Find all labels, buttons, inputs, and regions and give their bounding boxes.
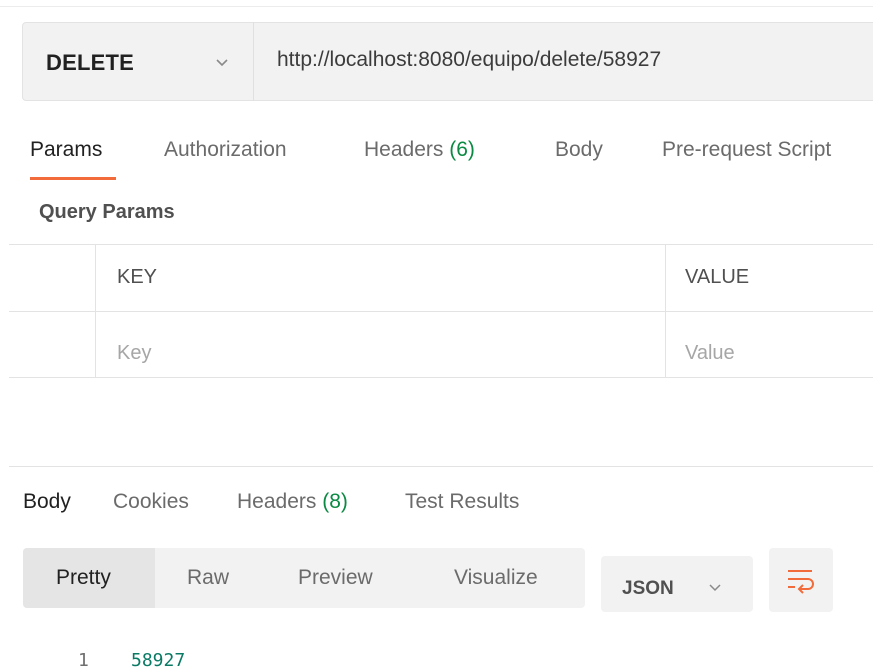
tab-pre-request-script[interactable]: Pre-request Script (662, 138, 873, 162)
tab-headers-label: Headers (364, 138, 444, 161)
response-headers-label: Headers (237, 490, 317, 513)
table-divider (9, 311, 873, 312)
response-tab-body[interactable]: Body (23, 490, 71, 514)
view-visualize-button[interactable]: Visualize (454, 566, 538, 590)
table-divider (9, 244, 873, 245)
tab-headers[interactable]: Headers (6) (364, 138, 475, 162)
view-raw-button[interactable]: Raw (187, 566, 229, 590)
table-divider (9, 377, 873, 378)
format-label: JSON (622, 578, 674, 599)
response-body-line: 58927 (131, 650, 186, 671)
key-input[interactable]: Key (117, 342, 151, 365)
response-headers-count: (8) (322, 490, 348, 513)
headers-count: (6) (449, 138, 475, 161)
response-tab-test-results[interactable]: Test Results (405, 490, 519, 514)
response-tab-cookies[interactable]: Cookies (113, 490, 189, 514)
tab-params[interactable]: Params (30, 138, 102, 162)
chevron-down-icon[interactable] (215, 58, 229, 68)
wrap-lines-icon (788, 570, 814, 594)
response-tab-headers[interactable]: Headers (8) (237, 490, 348, 514)
view-preview-button[interactable]: Preview (298, 566, 373, 590)
tab-authorization[interactable]: Authorization (164, 138, 287, 162)
active-tab-indicator (30, 177, 116, 180)
chevron-down-icon (709, 584, 721, 592)
tab-body[interactable]: Body (555, 138, 603, 162)
column-divider (95, 244, 96, 378)
response-divider (9, 466, 873, 467)
method-label: DELETE (46, 50, 134, 75)
top-divider (0, 6, 873, 7)
value-input[interactable]: Value (685, 342, 735, 365)
url-input[interactable]: http://localhost:8080/equipo/delete/5892… (277, 48, 661, 72)
query-params-title: Query Params (39, 201, 175, 223)
view-pretty-button[interactable]: Pretty (56, 566, 111, 590)
column-header-key: KEY (117, 266, 158, 288)
column-divider (665, 244, 666, 378)
line-number: 1 (78, 650, 89, 671)
column-header-value: VALUE (685, 266, 750, 288)
